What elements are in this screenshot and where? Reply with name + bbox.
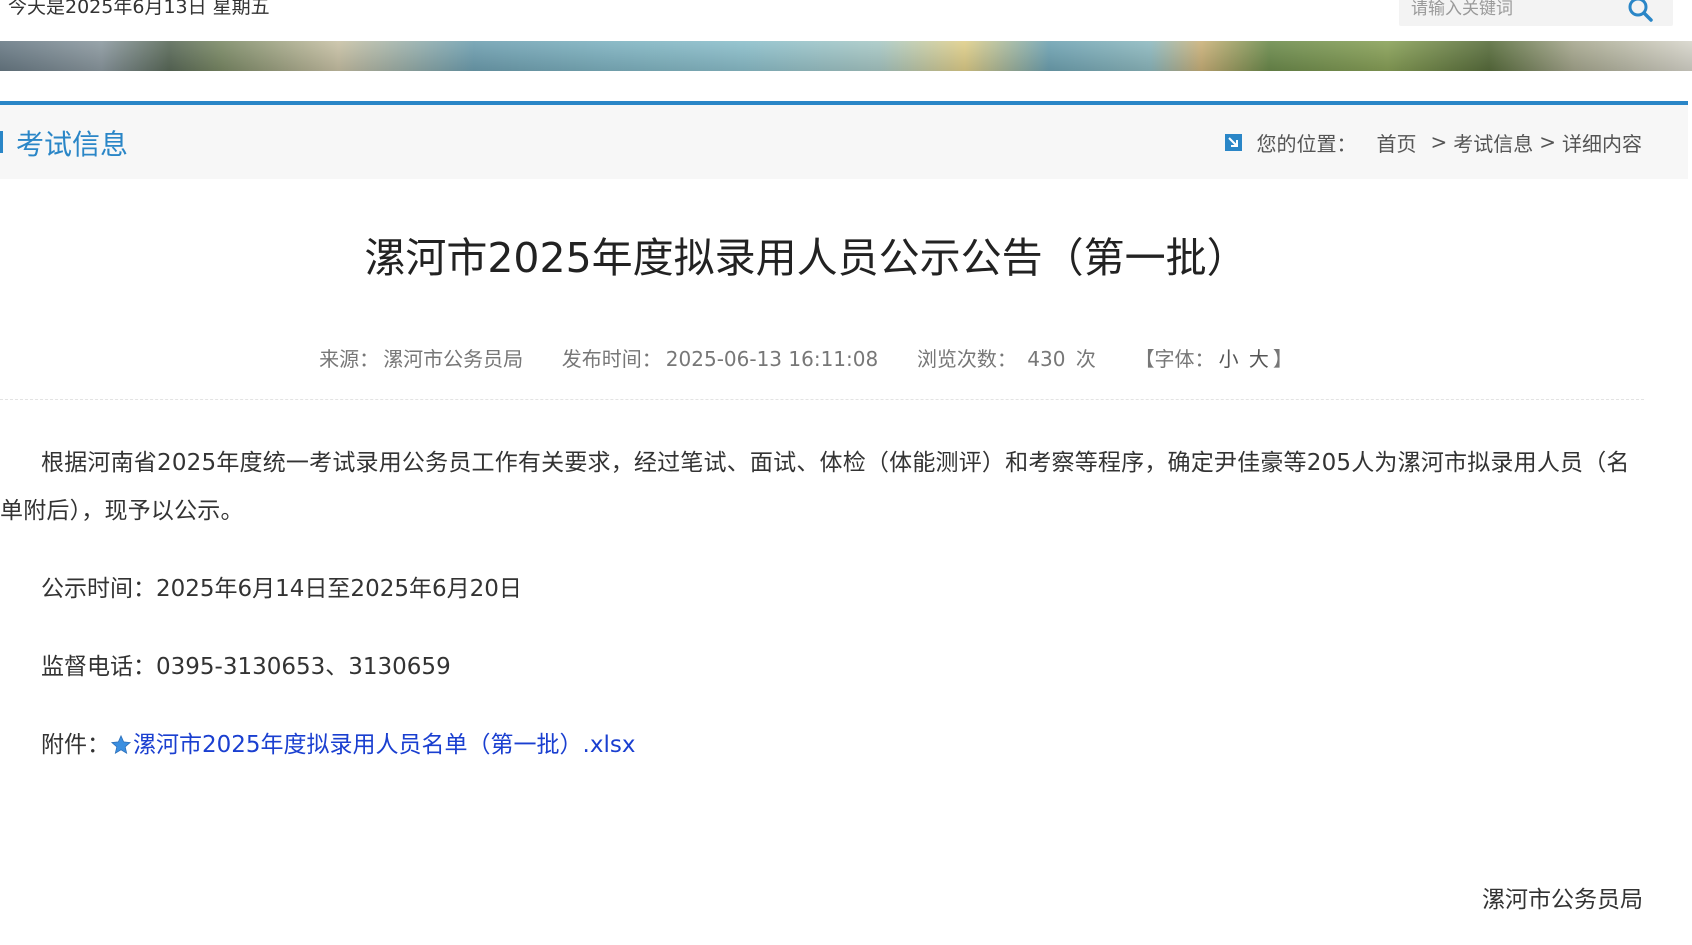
meta-source: 漯河市公务员局 [383, 347, 524, 371]
breadcrumb-separator: > [1539, 130, 1556, 154]
notice-period-label: 公示时间： [41, 576, 156, 602]
phone-label: 监督电话： [41, 654, 156, 680]
search-icon [1628, 0, 1653, 22]
meta-source-label: 来源： [319, 347, 380, 371]
page: 今天是2025年6月13日 星期五 考试信息 您的位置： [0, 0, 1692, 945]
meta-views-count: 430 [1027, 347, 1066, 371]
meta-views-label: 浏览次数： [916, 347, 1017, 371]
breadcrumb: 您的位置： 首页 > 考试信息 > 详细内容 [1225, 127, 1642, 157]
meta-views-unit: 次 [1075, 347, 1096, 371]
breadcrumb-prefix: 您的位置： [1256, 131, 1357, 156]
attachment: 附件： 漯河市2025年度拟录用人员名单（第一批）.xlsx [41, 721, 635, 769]
breadcrumb-home[interactable]: 首页 [1376, 128, 1416, 157]
header-banner-image [0, 41, 1692, 71]
font-size-close: 】 [1272, 347, 1293, 371]
section-header: 考试信息 您的位置： 首页 > 考试信息 > 详细内容 [0, 101, 1688, 179]
meta-time: 2025-06-13 16:11:08 [665, 347, 879, 371]
article-body: 根据河南省2025年度统一考试录用公务员工作有关要求，经过笔试、面试、体检（体能… [0, 450, 1630, 524]
section-accent-bar [0, 131, 3, 153]
font-large-button[interactable]: 大 [1249, 347, 1269, 371]
font-small-button[interactable]: 小 [1219, 347, 1239, 371]
breadcrumb-separator: > [1430, 130, 1448, 154]
search-box [1399, 0, 1673, 26]
article-meta: 来源： 漯河市公务员局 发布时间： 2025-06-13 16:11:08 浏览次数… [0, 343, 1612, 372]
font-size-label: 【字体： [1134, 347, 1215, 371]
date-text: 今天是2025年6月13日 星期五 [8, 0, 270, 18]
section-title: 考试信息 [16, 128, 129, 161]
search-button[interactable] [1623, 0, 1659, 26]
top-bar: 今天是2025年6月13日 星期五 [0, 0, 1692, 41]
attachment-label: 附件： [41, 732, 110, 758]
notice-period: 公示时间：2025年6月14日至2025年6月20日 [41, 565, 522, 613]
meta-time-label: 发布时间： [561, 347, 662, 371]
breadcrumb-current: 详细内容 [1562, 131, 1642, 156]
attachment-link[interactable]: 漯河市2025年度拟录用人员名单（第一批）.xlsx [133, 721, 635, 769]
notice-period-value: 2025年6月14日至2025年6月20日 [156, 576, 522, 602]
supervision-phone: 监督电话：0395-3130653、3130659 [41, 643, 451, 691]
phone-value: 0395-3130653、3130659 [156, 654, 451, 680]
location-arrow-icon [1225, 133, 1243, 151]
search-input[interactable] [1409, 0, 1623, 22]
meta-divider [0, 399, 1644, 400]
article-title: 漯河市2025年度拟录用人员公示公告（第一批） [364, 234, 1248, 282]
star-icon [110, 734, 132, 755]
breadcrumb-exam-info[interactable]: 考试信息 [1453, 128, 1533, 157]
signature: 漯河市公务员局 [1482, 887, 1643, 913]
